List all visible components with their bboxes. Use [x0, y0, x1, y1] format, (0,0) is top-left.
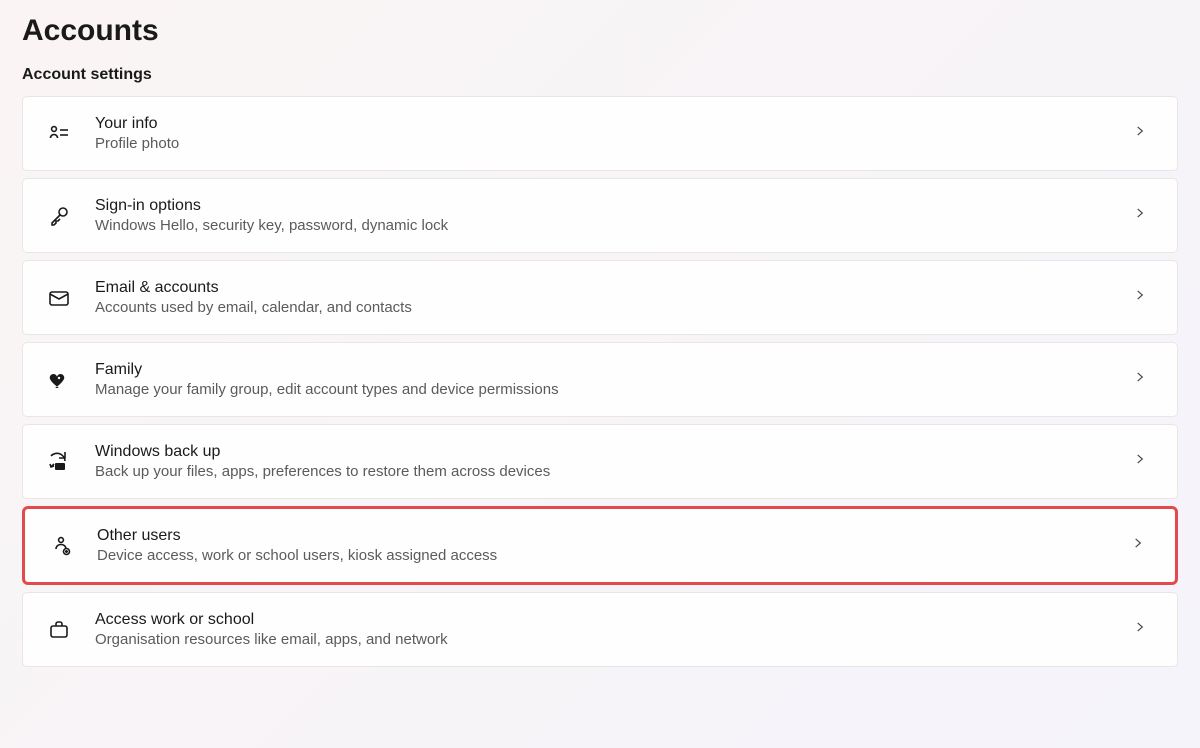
key-icon [45, 202, 73, 230]
your-info-icon [45, 120, 73, 148]
item-windows-backup[interactable]: Windows back up Back up your files, apps… [22, 424, 1178, 499]
family-heart-icon [45, 366, 73, 394]
item-desc: Device access, work or school users, kio… [97, 547, 1131, 564]
accounts-page: Accounts Account settings Your info Prof… [0, 0, 1200, 681]
chevron-right-icon [1133, 452, 1153, 471]
other-users-icon [47, 532, 75, 560]
chevron-right-icon [1133, 370, 1153, 389]
item-text: Access work or school Organisation resou… [95, 611, 1133, 648]
item-family[interactable]: Family Manage your family group, edit ac… [22, 342, 1178, 417]
item-title: Other users [97, 527, 1131, 545]
item-desc: Accounts used by email, calendar, and co… [95, 299, 1133, 316]
item-desc: Organisation resources like email, apps,… [95, 631, 1133, 648]
item-other-users[interactable]: Other users Device access, work or schoo… [22, 506, 1178, 585]
item-text: Your info Profile photo [95, 115, 1133, 152]
item-title: Family [95, 361, 1133, 379]
chevron-right-icon [1131, 536, 1151, 555]
mail-icon [45, 284, 73, 312]
item-desc: Profile photo [95, 135, 1133, 152]
item-title: Email & accounts [95, 279, 1133, 297]
item-email-accounts[interactable]: Email & accounts Accounts used by email,… [22, 260, 1178, 335]
item-title: Sign-in options [95, 197, 1133, 215]
backup-icon [45, 448, 73, 476]
item-text: Family Manage your family group, edit ac… [95, 361, 1133, 398]
item-desc: Windows Hello, security key, password, d… [95, 217, 1133, 234]
item-your-info[interactable]: Your info Profile photo [22, 96, 1178, 171]
item-title: Access work or school [95, 611, 1133, 629]
item-sign-in-options[interactable]: Sign-in options Windows Hello, security … [22, 178, 1178, 253]
item-desc: Manage your family group, edit account t… [95, 381, 1133, 398]
briefcase-icon [45, 616, 73, 644]
item-access-work-school[interactable]: Access work or school Organisation resou… [22, 592, 1178, 667]
chevron-right-icon [1133, 206, 1153, 225]
item-desc: Back up your files, apps, preferences to… [95, 463, 1133, 480]
section-title: Account settings [22, 66, 1178, 84]
item-title: Windows back up [95, 443, 1133, 461]
chevron-right-icon [1133, 288, 1153, 307]
settings-list: Your info Profile photo Sign-in options … [22, 96, 1178, 667]
item-text: Other users Device access, work or schoo… [97, 527, 1131, 564]
page-title: Accounts [22, 14, 1178, 48]
item-title: Your info [95, 115, 1133, 133]
item-text: Email & accounts Accounts used by email,… [95, 279, 1133, 316]
chevron-right-icon [1133, 124, 1153, 143]
chevron-right-icon [1133, 620, 1153, 639]
item-text: Windows back up Back up your files, apps… [95, 443, 1133, 480]
item-text: Sign-in options Windows Hello, security … [95, 197, 1133, 234]
